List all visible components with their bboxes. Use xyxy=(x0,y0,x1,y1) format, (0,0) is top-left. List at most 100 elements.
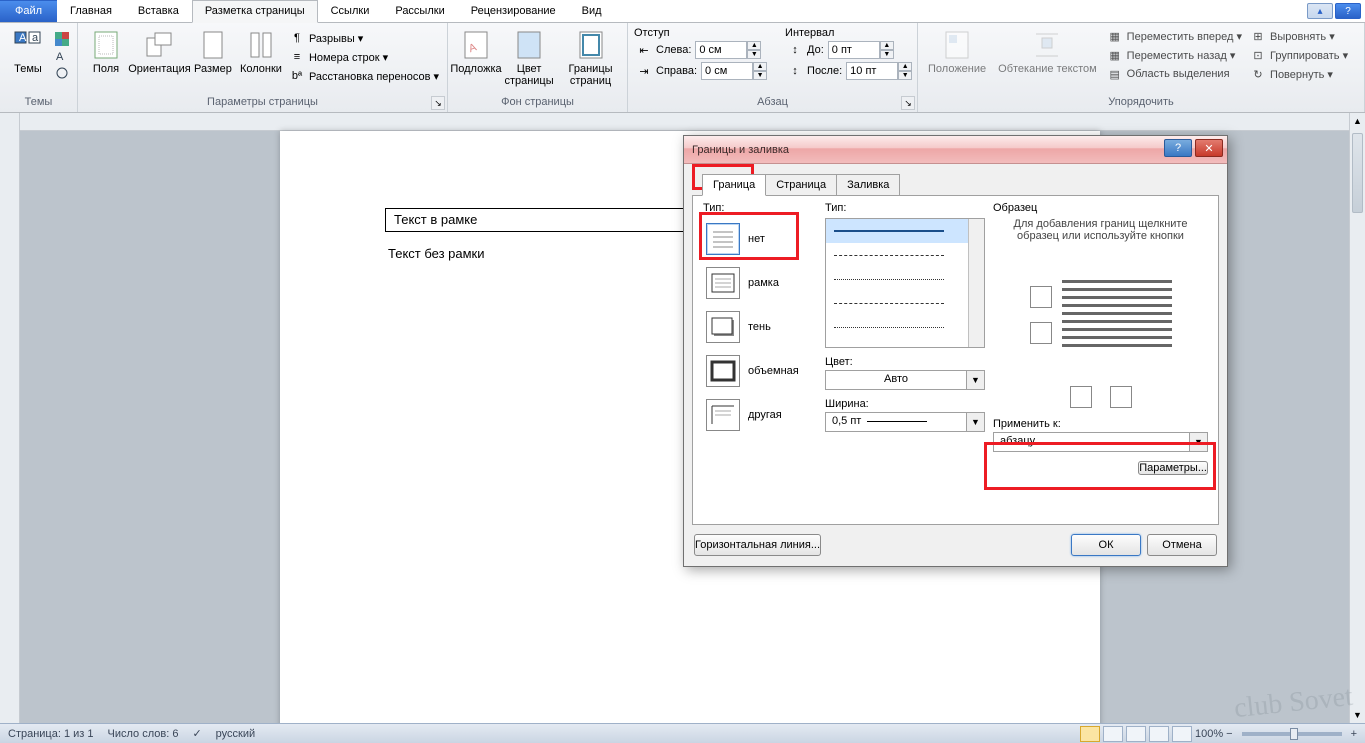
page-setup-launcher[interactable]: ↘ xyxy=(431,96,445,110)
page-borders-button[interactable]: Границы страниц xyxy=(560,27,621,89)
style-label: Тип: xyxy=(825,202,985,214)
width-dropdown[interactable]: 0,5 пт ▼ xyxy=(825,412,985,432)
view-outline[interactable] xyxy=(1149,726,1169,742)
scroll-down-icon[interactable]: ▼ xyxy=(1350,707,1365,723)
watermark-button[interactable]: AПодложка xyxy=(454,27,498,77)
chevron-down-icon[interactable]: ▼ xyxy=(1190,432,1208,452)
view-draft[interactable] xyxy=(1172,726,1192,742)
rotate-button[interactable]: ↻Повернуть ▾ xyxy=(1248,65,1350,83)
ok-button[interactable]: ОК xyxy=(1071,534,1141,556)
space-after-icon: ↕ xyxy=(787,63,803,79)
dialog-titlebar[interactable]: Границы и заливка ? ✕ xyxy=(684,136,1227,164)
wrap-text-button[interactable]: Обтекание текстом xyxy=(994,27,1101,77)
indent-left-input[interactable]: ▲▼ xyxy=(695,41,761,59)
scroll-thumb[interactable] xyxy=(1352,133,1363,213)
border-top-button[interactable] xyxy=(1030,286,1052,308)
color-dropdown[interactable]: Авто▼ xyxy=(825,370,985,390)
vertical-ruler[interactable] xyxy=(0,113,20,723)
style-scrollbar[interactable] xyxy=(968,219,984,347)
tab-file[interactable]: Файл xyxy=(0,0,57,22)
group-objects-button[interactable]: ⊡Группировать ▾ xyxy=(1248,46,1350,64)
hyphenation-button[interactable]: bªРасстановка переносов ▾ xyxy=(287,67,441,85)
space-before-input[interactable]: ▲▼ xyxy=(828,41,894,59)
tab-mailings[interactable]: Рассылки xyxy=(382,0,457,22)
setting-custom[interactable]: другая xyxy=(703,396,813,434)
tab-references[interactable]: Ссылки xyxy=(318,0,383,22)
send-backward-button[interactable]: ▦Переместить назад ▾ xyxy=(1105,46,1244,64)
group-arrange-title: Упорядочить xyxy=(924,96,1358,110)
theme-colors-icon[interactable] xyxy=(54,31,70,47)
style-dashdotdot[interactable] xyxy=(826,315,984,339)
border-bottom-button[interactable] xyxy=(1030,322,1052,344)
tab-shading[interactable]: Заливка xyxy=(836,174,900,196)
zoom-slider[interactable] xyxy=(1242,732,1342,736)
theme-effects-icon[interactable] xyxy=(54,65,70,81)
tab-border[interactable]: Граница xyxy=(702,174,766,196)
orientation-button[interactable]: Ориентация xyxy=(132,27,187,77)
view-fullscreen[interactable] xyxy=(1103,726,1123,742)
columns-button[interactable]: Колонки xyxy=(239,27,283,77)
spacing-label: Интервал xyxy=(785,27,914,39)
tab-home[interactable]: Главная xyxy=(57,0,125,22)
options-button[interactable]: Параметры... xyxy=(1138,461,1208,475)
view-web[interactable] xyxy=(1126,726,1146,742)
border-right-button[interactable] xyxy=(1110,386,1132,408)
setting-none[interactable]: нет xyxy=(703,220,813,258)
zoom-in-button[interactable]: + xyxy=(1351,728,1357,740)
backward-icon: ▦ xyxy=(1107,47,1123,63)
help-button[interactable]: ? xyxy=(1335,3,1361,19)
tab-review[interactable]: Рецензирование xyxy=(458,0,569,22)
style-dotted[interactable] xyxy=(826,267,984,291)
line-numbers-button[interactable]: ≡Номера строк ▾ xyxy=(287,48,441,66)
status-language[interactable]: русский xyxy=(216,728,255,740)
paragraph-launcher[interactable]: ↘ xyxy=(901,96,915,110)
minimize-ribbon-button[interactable]: ▴ xyxy=(1307,3,1333,19)
breaks-button[interactable]: ¶Разрывы ▾ xyxy=(287,29,441,47)
border-left-button[interactable] xyxy=(1070,386,1092,408)
tab-page-layout[interactable]: Разметка страницы xyxy=(192,0,318,23)
themes-button[interactable]: Aa Темы xyxy=(6,27,50,77)
setting-box[interactable]: рамка xyxy=(703,264,813,302)
unframed-text[interactable]: Текст без рамки xyxy=(388,246,485,261)
style-solid[interactable] xyxy=(826,219,984,243)
cancel-button[interactable]: Отмена xyxy=(1147,534,1217,556)
preview-box xyxy=(993,250,1208,380)
style-list[interactable] xyxy=(825,218,985,348)
preview-sample[interactable] xyxy=(1062,275,1172,355)
custom-icon xyxy=(706,399,740,431)
bring-forward-button[interactable]: ▦Переместить вперед ▾ xyxy=(1105,27,1244,45)
chevron-down-icon[interactable]: ▼ xyxy=(967,370,985,390)
selection-pane-button[interactable]: ▤Область выделения xyxy=(1105,65,1244,83)
size-button[interactable]: Размер xyxy=(191,27,235,77)
setting-shadow[interactable]: тень xyxy=(703,308,813,346)
view-print-layout[interactable] xyxy=(1080,726,1100,742)
style-dashed[interactable] xyxy=(826,243,984,267)
theme-fonts-icon[interactable]: A xyxy=(54,48,70,64)
setting-3d[interactable]: объемная xyxy=(703,352,813,390)
dialog-help-button[interactable]: ? xyxy=(1164,139,1192,157)
zoom-knob[interactable] xyxy=(1290,728,1298,740)
status-words[interactable]: Число слов: 6 xyxy=(108,728,179,740)
tab-insert[interactable]: Вставка xyxy=(125,0,192,22)
zoom-out-button[interactable]: − xyxy=(1226,728,1232,740)
apply-to-dropdown[interactable]: абзацу▼ xyxy=(993,432,1208,452)
horizontal-ruler[interactable] xyxy=(20,113,1349,131)
margins-button[interactable]: Поля xyxy=(84,27,128,77)
tab-view[interactable]: Вид xyxy=(569,0,615,22)
style-dashdot[interactable] xyxy=(826,291,984,315)
status-page[interactable]: Страница: 1 из 1 xyxy=(8,728,94,740)
chevron-down-icon[interactable]: ▼ xyxy=(967,412,985,432)
indent-right-label: Справа: xyxy=(656,65,697,77)
horizontal-line-button[interactable]: Горизонтальная линия... xyxy=(694,534,821,556)
indent-right-input[interactable]: ▲▼ xyxy=(701,62,767,80)
zoom-level[interactable]: 100% xyxy=(1195,728,1223,740)
page-color-button[interactable]: Цвет страницы xyxy=(502,27,556,89)
vertical-scrollbar[interactable]: ▲ ▼ xyxy=(1349,113,1365,723)
align-button[interactable]: ⊞Выровнять ▾ xyxy=(1248,27,1350,45)
scroll-up-icon[interactable]: ▲ xyxy=(1350,113,1365,129)
space-after-input[interactable]: ▲▼ xyxy=(846,62,912,80)
position-button[interactable]: Положение xyxy=(924,27,990,77)
status-proofing-icon[interactable]: ✓ xyxy=(192,727,201,740)
tab-page-border[interactable]: Страница xyxy=(765,174,837,196)
dialog-close-button[interactable]: ✕ xyxy=(1195,139,1223,157)
